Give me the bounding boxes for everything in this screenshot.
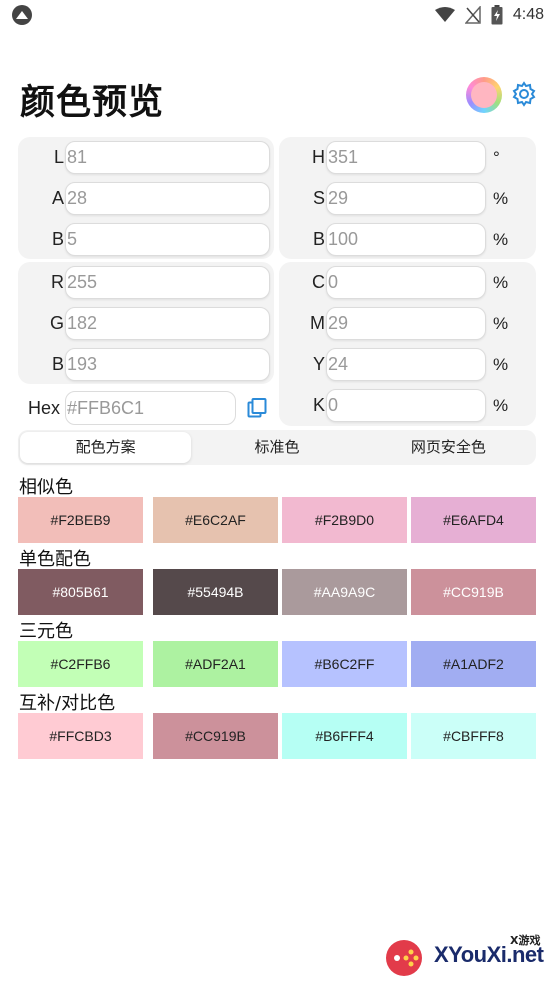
hsb-panel: H ° S % B % — [279, 137, 536, 259]
monochrome-swatches: #805B61 #55494B #AA9A9C #CC919B — [18, 569, 536, 615]
gamepad-logo-icon — [386, 940, 422, 976]
hsb-b-input[interactable] — [326, 223, 486, 256]
color-swatch[interactable]: #F2BEB9 — [18, 497, 143, 543]
gear-icon[interactable] — [511, 81, 537, 107]
app-notification-icon — [12, 5, 32, 25]
color-swatch[interactable]: #CC919B — [411, 569, 536, 615]
cmyk-unit: % — [493, 355, 509, 374]
hsb-label: B — [312, 229, 325, 249]
triadic-swatches: #C2FFB6 #ADF2A1 #B6C2FF #A1ADF2 — [18, 641, 536, 687]
hsb-label: H — [312, 147, 325, 167]
cmyk-row-c: C % — [279, 262, 536, 303]
cmyk-unit: % — [493, 396, 509, 415]
color-swatch[interactable]: #55494B — [153, 569, 278, 615]
no-signal-icon — [464, 6, 481, 24]
rgb-label: G — [49, 313, 64, 333]
status-icons: 4:48 — [434, 4, 544, 26]
color-swatch[interactable]: #ADF2A1 — [153, 641, 278, 687]
tab-web-safe-colors[interactable]: 网页安全色 — [363, 432, 534, 463]
lab-a-input[interactable] — [65, 182, 270, 215]
cmyk-label: C — [312, 272, 325, 292]
lab-l-input[interactable] — [65, 141, 270, 174]
hsb-unit: ° — [493, 148, 500, 167]
rgb-label: B — [51, 354, 64, 374]
color-swatch[interactable]: #B6C2FF — [282, 641, 407, 687]
hsb-s-input[interactable] — [326, 182, 486, 215]
tab-standard-colors[interactable]: 标准色 — [191, 432, 362, 463]
rgb-panel: R G B — [18, 262, 274, 384]
lab-label: L — [53, 147, 64, 167]
battery-charging-icon — [491, 5, 503, 25]
cmyk-unit: % — [493, 314, 509, 333]
watermark-text: XYouXi.net — [434, 942, 544, 967]
current-color-preview — [471, 82, 497, 108]
cmyk-y-input[interactable] — [326, 348, 486, 381]
cmyk-row-m: M % — [279, 303, 536, 344]
rgb-label: R — [51, 272, 64, 292]
color-swatch[interactable]: #E6C2AF — [153, 497, 278, 543]
lab-row-l: L — [18, 137, 274, 178]
hsb-h-input[interactable] — [326, 141, 486, 174]
color-swatch[interactable]: #E6AFD4 — [411, 497, 536, 543]
rgb-r-input[interactable] — [65, 266, 270, 299]
color-swatch[interactable]: #A1ADF2 — [411, 641, 536, 687]
color-swatch[interactable]: #AA9A9C — [282, 569, 407, 615]
hsb-row-s: S % — [279, 178, 536, 219]
cmyk-panel: C % M % Y % K % — [279, 262, 536, 426]
color-swatch[interactable]: #F2B9D0 — [282, 497, 407, 543]
lab-panel: L A B — [18, 137, 274, 259]
lab-row-a: A — [18, 178, 274, 219]
rgb-row-r: R — [18, 262, 274, 303]
scheme-tabs: 配色方案 标准色 网页安全色 — [18, 430, 536, 465]
cmyk-row-y: Y % — [279, 344, 536, 385]
color-picker-button[interactable] — [466, 77, 502, 113]
cmyk-m-input[interactable] — [326, 307, 486, 340]
hsb-row-b: B % — [279, 219, 536, 260]
color-swatch[interactable]: #FFCBD3 — [18, 713, 143, 759]
rgb-row-b: B — [18, 344, 274, 385]
rgb-g-input[interactable] — [65, 307, 270, 340]
analogous-swatches: #F2BEB9 #E6C2AF #F2B9D0 #E6AFD4 — [18, 497, 536, 543]
watermark: X游戏 XYouXi.net — [384, 928, 546, 980]
color-swatch[interactable]: #CC919B — [153, 713, 278, 759]
wifi-icon — [434, 7, 455, 22]
section-triadic-title: 三元色 — [19, 621, 73, 642]
lab-row-b: B — [18, 219, 274, 260]
cmyk-k-input[interactable] — [326, 389, 486, 422]
complementary-swatches: #FFCBD3 #CC919B #B6FFF4 #CBFFF8 — [18, 713, 536, 759]
section-complementary-title: 互补/对比色 — [19, 693, 116, 714]
color-swatch[interactable]: #805B61 — [18, 569, 143, 615]
cmyk-unit: % — [493, 273, 509, 292]
hsb-label: S — [312, 188, 325, 208]
hsb-unit: % — [493, 189, 509, 208]
cmyk-label: M — [310, 313, 325, 333]
section-monochrome-title: 单色配色 — [19, 549, 91, 570]
page-title: 颜色预览 — [20, 83, 165, 123]
section-analogous-title: 相似色 — [19, 477, 73, 498]
hsb-row-h: H ° — [279, 137, 536, 178]
lab-b-input[interactable] — [65, 223, 270, 256]
cmyk-label: Y — [312, 354, 325, 374]
color-swatch[interactable]: #B6FFF4 — [282, 713, 407, 759]
copy-icon[interactable] — [247, 398, 267, 418]
cmyk-label: K — [312, 395, 325, 415]
color-swatch[interactable]: #CBFFF8 — [411, 713, 536, 759]
rgb-b-input[interactable] — [65, 348, 270, 381]
cmyk-row-k: K % — [279, 385, 536, 426]
status-time: 4:48 — [512, 6, 544, 23]
rgb-row-g: G — [18, 303, 274, 344]
hex-row: Hex — [18, 388, 274, 429]
status-bar: 4:48 — [0, 0, 554, 30]
color-swatch[interactable]: #C2FFB6 — [18, 641, 143, 687]
hex-input[interactable] — [65, 391, 236, 425]
lab-label: B — [51, 229, 64, 249]
tab-color-scheme[interactable]: 配色方案 — [20, 432, 192, 463]
hsb-unit: % — [493, 230, 509, 249]
cmyk-c-input[interactable] — [326, 266, 486, 299]
hex-label: Hex — [27, 398, 60, 418]
lab-label: A — [51, 188, 64, 208]
